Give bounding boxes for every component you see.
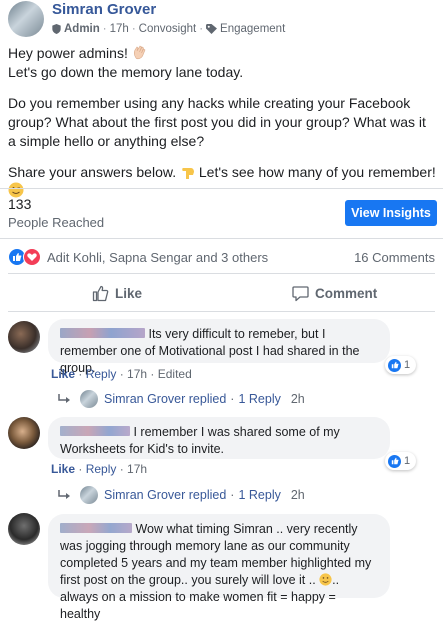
comment-time[interactable]: 17h [127,367,147,381]
comment-bubble: Its very difficult to remeber, but I rem… [48,319,390,375]
reply-time: 2h [290,392,305,406]
replies-summary[interactable]: Simran Grover replied · 1 Reply 2h [58,390,305,408]
comment-edited[interactable]: Edited [158,367,192,381]
comment-actions: Like · Reply · 17h [51,462,148,476]
post-time[interactable]: 17h [110,23,129,35]
reaction-number: 1 [404,455,411,467]
reply-author: Simran Grover [104,392,186,406]
divider [0,188,443,189]
meta-separator: · [131,23,136,35]
replies-summary[interactable]: Simran Grover replied · 1 Reply 2h [58,486,305,504]
reach-count: 133 [8,196,32,212]
view-insights-button[interactable]: View Insights [345,200,437,226]
role-badge: Admin [64,23,100,35]
post-paragraph: Share your answers below. Let's see how … [8,163,436,201]
reply-author-avatar [80,486,98,504]
comment-actions: Like · Reply · 17h · Edited [51,367,192,381]
smile-emoji-icon [319,573,332,586]
comment-button[interactable]: Comment [292,285,377,302]
divider [8,273,435,274]
comment-like-link[interactable]: Like [51,462,75,476]
author-avatar[interactable] [8,1,44,37]
comment-icon [292,286,309,302]
tag-icon [206,24,218,34]
redacted-commenter-name[interactable] [60,328,145,338]
divider [8,311,435,312]
meta-separator: · [102,23,107,35]
reaction-number: 1 [404,359,411,371]
post-line: Hey power admins! [8,45,128,61]
comment-bubble: I remember I was shared some of my Works… [48,417,390,459]
reply-word: replied [188,488,227,502]
topic-tag[interactable]: Engagement [220,23,285,35]
comment-time[interactable]: 17h [127,462,147,476]
reach-label: People Reached [8,215,105,230]
comment-reaction-count[interactable]: 1 [385,452,417,470]
reply-separator: · [230,392,235,406]
love-icon [23,248,41,266]
comment-reaction-count[interactable]: 1 [385,356,417,374]
commenter-avatar[interactable] [8,417,40,449]
via-app[interactable]: Convosight [139,23,197,35]
comment-bubble: Wow what timing Simran .. very recently … [48,514,390,621]
like-button[interactable]: Like [92,285,142,302]
commenter-avatar[interactable] [8,513,40,545]
redacted-commenter-name[interactable] [60,523,132,533]
reply-separator: · [230,488,235,502]
reply-author: Simran Grover [104,488,186,502]
post-paragraph: Hey power admins! Let's go down the memo… [8,44,436,82]
divider [0,238,443,239]
post-line: Let's go down the memory lane today. [8,64,244,80]
post-meta: Admin · 17h · Convosight · Engagement [52,23,285,35]
post-line: Let's see how many of you remember! [198,164,436,180]
wave-hand-emoji-icon [133,45,146,60]
reply-count: 1 Reply [238,488,281,502]
like-icon [388,454,401,468]
comment-label: Comment [315,286,378,301]
meta-separator: · [199,23,204,35]
reaction-names[interactable]: Adit Kohli, Sapna Sengar and 3 others [47,250,268,265]
pointing-down-emoji-icon [182,168,194,179]
comment-count[interactable]: 16 Comments [354,250,435,265]
shield-icon [52,24,61,34]
post-line: Share your answers below. [8,164,177,180]
comment-reply-link[interactable]: Reply [86,462,117,476]
commenter-avatar[interactable] [8,321,40,353]
like-icon [92,285,109,302]
like-icon [388,358,401,372]
post-paragraph: Do you remember using any hacks while cr… [8,95,426,149]
reactions-summary[interactable]: Adit Kohli, Sapna Sengar and 3 others [8,248,268,266]
like-label: Like [115,286,143,301]
reply-arrow-icon [58,490,70,499]
redacted-commenter-name[interactable] [60,426,130,436]
reply-count: 1 Reply [238,392,281,406]
reply-author-avatar [80,390,98,408]
author-name[interactable]: Simran Grover [52,1,156,18]
post-header: Simran Grover Admin · 17h · Convosight ·… [0,0,443,42]
comment-like-link[interactable]: Like [51,367,75,381]
reply-word: replied [188,392,227,406]
comment-reply-link[interactable]: Reply [86,367,117,381]
reply-time: 2h [290,488,305,502]
reply-arrow-icon [58,394,70,403]
